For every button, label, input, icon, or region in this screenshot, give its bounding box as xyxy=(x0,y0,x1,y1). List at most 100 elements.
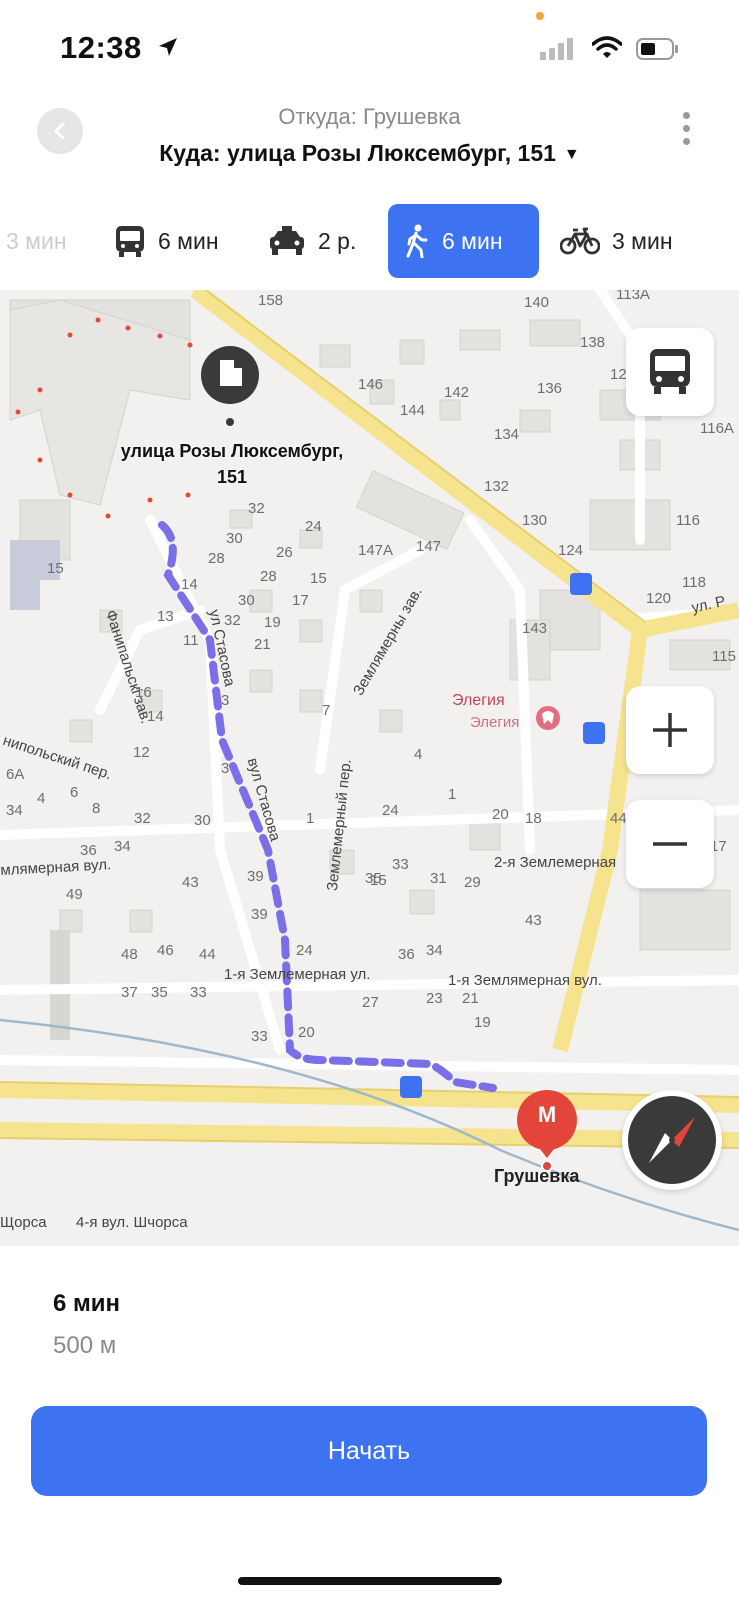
metro-station-label[interactable]: Грушевка xyxy=(494,1166,579,1187)
house-number: 6А xyxy=(6,766,25,783)
house-number: 118 xyxy=(682,574,706,591)
house-number: 116 xyxy=(676,512,700,529)
house-number: 33 xyxy=(190,984,207,1001)
house-number: 147 xyxy=(416,538,442,555)
house-number: 142 xyxy=(444,384,470,401)
destination-label-line1: улица Розы Люксембург, xyxy=(120,441,344,461)
house-number: 15 xyxy=(47,560,64,577)
house-number: 147А xyxy=(358,542,394,559)
house-number: 24 xyxy=(305,518,322,535)
compass-button[interactable] xyxy=(622,1090,722,1190)
tab-car[interactable]: 3 мин xyxy=(6,204,67,278)
street-label: 2-я Землемерная xyxy=(494,854,617,871)
house-number: 32 xyxy=(134,810,151,827)
plus-icon xyxy=(653,713,687,747)
minus-icon xyxy=(653,842,687,846)
zoom-out-button[interactable] xyxy=(626,800,714,888)
house-number: 43 xyxy=(182,874,199,891)
bus-icon xyxy=(116,226,144,257)
house-number: 24 xyxy=(296,942,313,959)
more-dot-icon xyxy=(682,138,690,145)
more-dot-icon xyxy=(682,125,690,132)
destination-text: Куда: улица Розы Люксембург, 151 xyxy=(159,140,556,166)
more-dot-icon xyxy=(682,112,690,119)
chevron-down-icon: ▼ xyxy=(563,145,580,163)
house-number: 11 xyxy=(183,632,199,649)
house-number: 140 xyxy=(524,294,550,311)
house-number: 15 xyxy=(310,570,327,587)
house-number: 36 xyxy=(398,946,415,963)
house-number: 39 xyxy=(251,906,268,923)
house-number: 32 xyxy=(224,612,241,629)
tab-bicycle[interactable]: 3 мин xyxy=(560,204,673,278)
house-number: 34 xyxy=(426,942,443,959)
mode-label-taxi: 2 р. xyxy=(318,227,357,254)
route-header: Откуда: Грушевка Куда: улица Розы Люксем… xyxy=(0,90,739,200)
bicycle-icon xyxy=(560,227,600,255)
status-bar: 12:38 xyxy=(0,0,739,90)
house-number: 158 xyxy=(258,292,284,309)
house-number: 49 xyxy=(66,886,83,903)
origin-field[interactable]: Откуда: Грушевка xyxy=(0,104,739,130)
tab-walking[interactable]: 6 мин xyxy=(388,204,539,278)
house-number: 28 xyxy=(260,568,277,585)
house-number: 144 xyxy=(400,402,426,419)
mode-label-bike: 3 мин xyxy=(612,227,673,254)
house-number: 20 xyxy=(492,806,509,823)
destination-label-line2: 151 xyxy=(216,467,248,487)
house-number: 1 xyxy=(306,810,315,827)
house-number: 18 xyxy=(525,810,542,827)
transport-mode-tabs: 3 мин 6 мин 2 р. 6 мин 3 мин xyxy=(0,200,739,290)
house-number: 35 xyxy=(365,870,382,887)
wifi-icon xyxy=(592,36,622,58)
street-label: 1-я Землемерная ул. xyxy=(224,966,371,983)
house-number: 31 xyxy=(430,870,447,887)
house-number: 19 xyxy=(264,614,281,631)
house-number: 12 xyxy=(610,366,627,383)
house-number: 35 xyxy=(151,984,168,1001)
route-duration: 6 мин xyxy=(53,1290,121,1317)
house-number: 1 xyxy=(448,786,457,803)
house-number: 24 xyxy=(382,802,399,819)
house-number: 33 xyxy=(392,856,409,873)
transit-layer-button[interactable] xyxy=(626,328,714,416)
house-number: 3 xyxy=(221,692,230,709)
house-number: 115 xyxy=(712,648,736,665)
more-options-button[interactable] xyxy=(676,112,696,152)
destination-label: улица Розы Люксембург, 151 xyxy=(96,438,368,490)
status-time: 12:38 xyxy=(60,30,142,65)
house-number: 43 xyxy=(525,912,542,929)
house-number: 113А xyxy=(616,290,650,303)
house-number: 23 xyxy=(426,990,443,1007)
house-number: 19 xyxy=(474,1014,491,1031)
house-number: 37 xyxy=(121,984,138,1001)
poi-label[interactable]: Элегия xyxy=(452,692,505,710)
house-number: 21 xyxy=(462,990,479,1007)
house-number: 12 xyxy=(133,744,150,761)
house-number: 28 xyxy=(208,550,225,567)
house-number: 30 xyxy=(238,592,255,609)
metro-letter: M xyxy=(537,1102,557,1127)
tab-taxi[interactable]: 2 р. xyxy=(268,204,356,278)
street-label: 4-я вул. Шчорса xyxy=(76,1214,188,1231)
start-navigation-button[interactable]: Начать xyxy=(31,1406,707,1496)
map-view[interactable]: 158 140 113А 138 12 146 142 136 144 116А… xyxy=(0,290,739,1246)
house-number: 138 xyxy=(580,334,606,351)
house-number: 6 xyxy=(70,784,79,801)
house-number: 7 xyxy=(322,702,331,719)
house-number: 34 xyxy=(114,838,131,855)
mode-label-bus: 6 мин xyxy=(158,227,219,254)
destination-pin-icon xyxy=(201,346,259,426)
house-number: 30 xyxy=(194,812,211,829)
tab-public-transport[interactable]: 6 мин xyxy=(114,204,219,278)
house-number: 33 xyxy=(251,1028,268,1045)
street-label: 1-я Землямерная вул. xyxy=(448,972,602,989)
mode-label-walk: 6 мин xyxy=(442,227,503,254)
house-number: 46 xyxy=(157,942,174,959)
route-distance: 500 м xyxy=(53,1332,117,1359)
house-number: 146 xyxy=(358,376,384,393)
bus-icon xyxy=(650,349,690,394)
zoom-in-button[interactable] xyxy=(626,686,714,774)
home-indicator[interactable] xyxy=(238,1577,502,1585)
destination-field[interactable]: Куда: улица Розы Люксембург, 151 ▼ xyxy=(0,140,739,167)
